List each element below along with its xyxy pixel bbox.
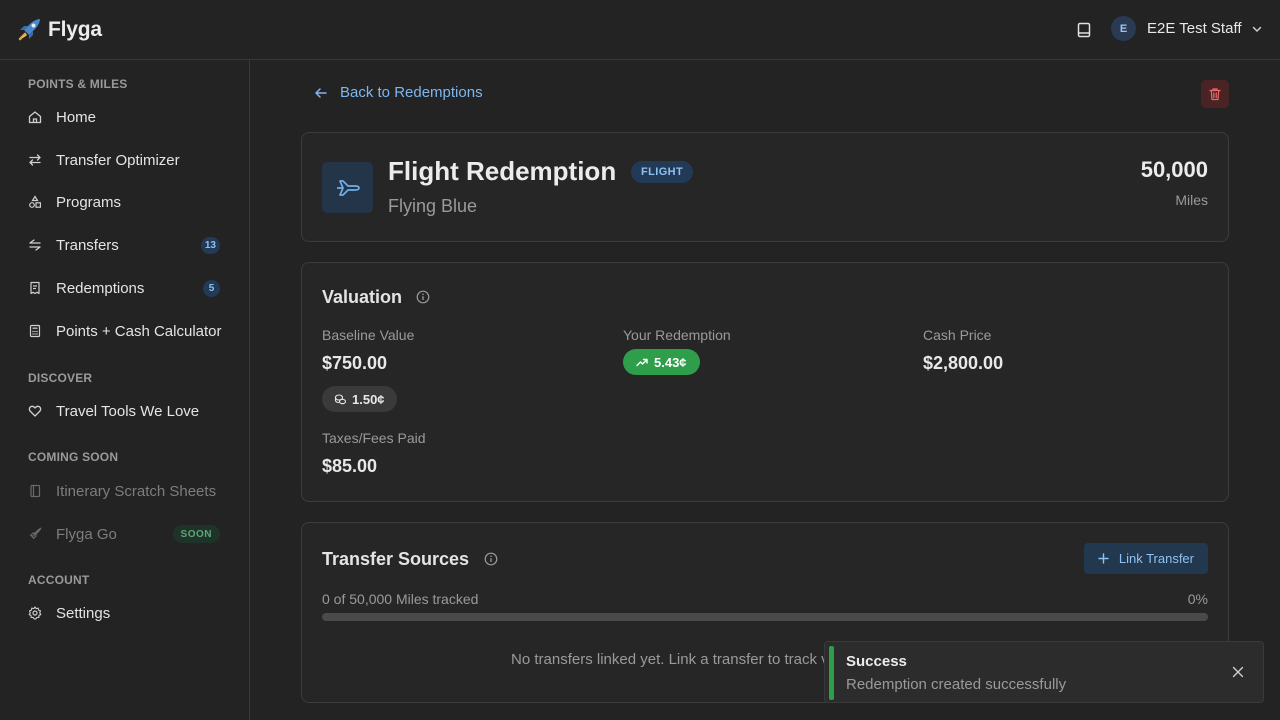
sidebar-item-flyga-go: Flyga Go SOON xyxy=(20,518,230,550)
sidebar-item-label: Home xyxy=(56,108,97,126)
sidebar-item-label: Transfers xyxy=(56,236,119,254)
valuation-card: Valuation Baseline Value $750.00 1.50¢ Y… xyxy=(301,262,1229,502)
rocket-logo-icon xyxy=(18,19,40,41)
sidebar-item-redemptions[interactable]: Redemptions 5 xyxy=(20,272,230,304)
info-icon[interactable] xyxy=(484,552,498,566)
coins-icon xyxy=(334,393,347,404)
app-name: Flyga xyxy=(48,18,102,41)
sidebar-item-label: Points + Cash Calculator xyxy=(56,322,222,340)
app-logo[interactable]: Flyga xyxy=(16,17,102,43)
heart-icon xyxy=(28,405,42,417)
baseline-rate: 1.50¢ xyxy=(352,391,385,407)
avatar: E xyxy=(1111,16,1136,41)
flight-type-icon-box xyxy=(322,162,373,213)
back-to-redemptions-link[interactable]: Back to Redemptions xyxy=(314,84,483,101)
sidebar-item-programs[interactable]: Programs xyxy=(20,186,230,218)
arrow-left-icon xyxy=(315,87,327,98)
page-title: Flight Redemption xyxy=(388,156,617,186)
tracked-text: 0 of 50,000 Miles tracked xyxy=(322,591,479,607)
baseline-rate-badge: 1.50¢ xyxy=(322,386,397,412)
toast-status-stripe xyxy=(829,646,834,700)
miles-unit: Miles xyxy=(1175,192,1208,208)
success-toast: Success Redemption created successfully xyxy=(824,641,1264,703)
taxes-fees-label: Taxes/Fees Paid xyxy=(322,430,426,446)
info-icon[interactable] xyxy=(416,290,430,304)
home-icon xyxy=(28,111,42,124)
count-badge: 5 xyxy=(203,280,220,297)
calculator-icon xyxy=(29,324,41,338)
sidebar-section-label: ACCOUNT xyxy=(28,573,90,587)
trending-up-icon xyxy=(636,358,648,367)
sidebar-item-label: Programs xyxy=(56,193,122,211)
book-icon xyxy=(1077,22,1091,38)
sidebar-section-label: COMING SOON xyxy=(28,450,119,464)
valuation-title: Valuation xyxy=(322,287,403,307)
your-redemption-rate: 5.43¢ xyxy=(654,354,687,370)
redemption-summary-card: Flight Redemption FLIGHT Flying Blue 50,… xyxy=(301,132,1229,242)
sidebar-item-home[interactable]: Home xyxy=(20,101,230,133)
sidebar-item-label: Transfer Optimizer xyxy=(56,151,180,169)
sidebar-item-label: Settings xyxy=(56,604,111,622)
plus-icon xyxy=(1098,553,1109,564)
plane-icon xyxy=(336,179,360,196)
top-bar: Flyga E E2E Test Staff xyxy=(0,0,1280,60)
taxes-fees-value: $85.00 xyxy=(322,456,378,476)
receipt-icon xyxy=(30,281,40,295)
sidebar-item-label: Itinerary Scratch Sheets xyxy=(56,482,217,500)
tracked-progress-bar xyxy=(322,613,1208,621)
soon-badge: SOON xyxy=(172,525,220,543)
miles-amount: 50,000 xyxy=(1140,157,1208,182)
user-name: E2E Test Staff xyxy=(1147,20,1242,37)
link-transfer-button[interactable]: Link Transfer xyxy=(1083,543,1208,574)
chevron-down-icon xyxy=(1252,26,1261,32)
docs-button[interactable] xyxy=(1073,19,1095,41)
gear-icon xyxy=(28,606,42,620)
link-transfer-label: Link Transfer xyxy=(1118,551,1194,566)
sidebar-item-transfer-optimizer[interactable]: Transfer Optimizer xyxy=(20,144,230,176)
empty-state-message: No transfers linked yet. Link a transfer… xyxy=(511,651,829,668)
trash-icon xyxy=(1209,88,1221,101)
sidebar-section-label: POINTS & MILES xyxy=(28,77,128,91)
close-icon[interactable] xyxy=(1231,665,1245,679)
sidebar-item-points-cash-calculator[interactable]: Points + Cash Calculator xyxy=(20,315,230,347)
transfer-icon xyxy=(29,239,41,251)
sidebar-item-label: Travel Tools We Love xyxy=(56,402,200,420)
arrows-icon xyxy=(29,154,41,166)
sidebar-item-transfers[interactable]: Transfers 13 xyxy=(20,229,230,261)
user-menu[interactable]: E E2E Test Staff xyxy=(1111,16,1263,41)
baseline-value-label: Baseline Value xyxy=(322,327,415,343)
count-badge: 13 xyxy=(200,237,220,254)
cash-price-label: Cash Price xyxy=(923,327,992,343)
sidebar-item-label: Flyga Go xyxy=(56,525,117,543)
sidebar-item-travel-tools[interactable]: Travel Tools We Love xyxy=(20,395,230,427)
cash-price-value: $2,800.00 xyxy=(923,353,1004,373)
sidebar-item-itinerary-scratch-sheets: Itinerary Scratch Sheets xyxy=(20,475,230,507)
sidebar-section-label: DISCOVER xyxy=(28,371,93,385)
notebook-icon xyxy=(30,484,41,498)
toast-message: Redemption created successfully xyxy=(846,676,1067,693)
sidebar-item-settings[interactable]: Settings xyxy=(20,597,230,629)
back-label: Back to Redemptions xyxy=(340,84,483,101)
your-redemption-label: Your Redemption xyxy=(623,327,731,343)
program-name: Flying Blue xyxy=(388,196,478,216)
sidebar-item-label: Redemptions xyxy=(56,279,145,297)
transfer-sources-title: Transfer Sources xyxy=(322,549,470,569)
type-badge: FLIGHT xyxy=(631,161,694,183)
your-redemption-rate-badge: 5.43¢ xyxy=(623,349,700,375)
delete-button[interactable] xyxy=(1201,80,1229,108)
toast-title: Success xyxy=(846,653,907,670)
tracked-percent: 0% xyxy=(1187,591,1208,607)
baseline-value: $750.00 xyxy=(322,353,388,373)
shapes-icon xyxy=(29,195,42,208)
rocket-icon xyxy=(29,527,42,540)
sidebar: POINTS & MILES Home Transfer Optimizer P… xyxy=(0,60,250,720)
